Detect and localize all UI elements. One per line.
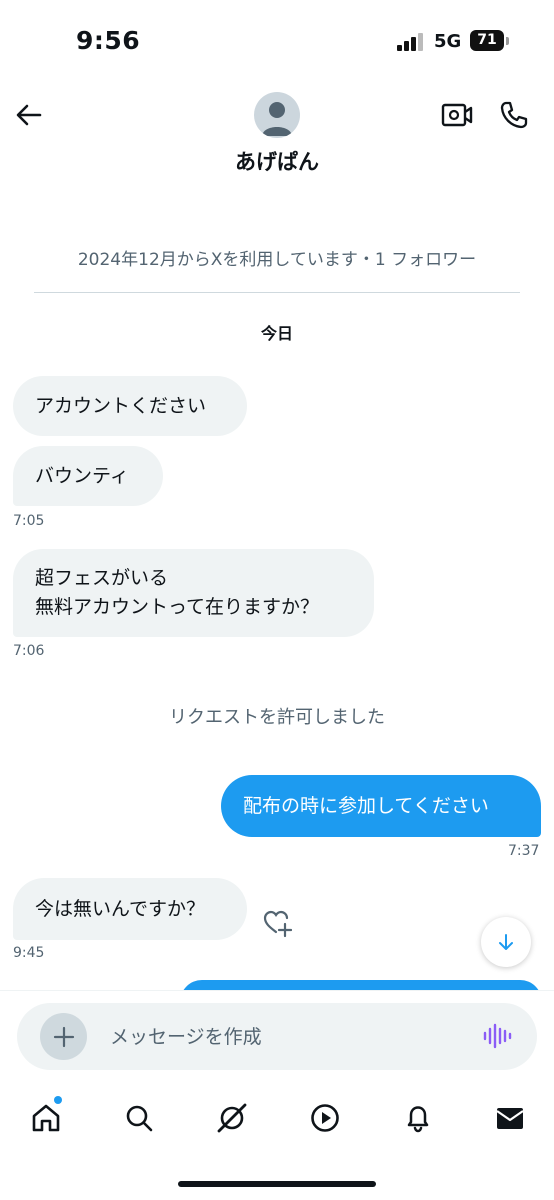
system-message: リクエストを許可しました xyxy=(169,707,385,728)
avatar[interactable] xyxy=(254,92,300,138)
back-button[interactable] xyxy=(12,98,46,132)
video-call-button[interactable] xyxy=(440,98,474,132)
home-indicator xyxy=(178,1181,376,1187)
nav-search[interactable] xyxy=(121,1100,157,1136)
voice-waveform-icon xyxy=(483,1023,512,1049)
video-icon xyxy=(311,1104,339,1132)
battery-icon: 71 xyxy=(470,30,504,51)
add-reaction-button[interactable] xyxy=(262,908,293,938)
signal-icon xyxy=(397,33,423,51)
plus-icon xyxy=(53,1026,74,1047)
nav-messages[interactable] xyxy=(492,1100,528,1136)
profile-meta: 2024年12月からXを利用しています・1 フォロワー xyxy=(77,250,477,270)
status-bar: 9:56 5G 71 xyxy=(0,0,554,84)
back-arrow-icon xyxy=(16,104,42,126)
nav-home[interactable] xyxy=(28,1100,64,1136)
nav-notifications[interactable] xyxy=(400,1100,436,1136)
message-bubble-received[interactable]: アカウントください xyxy=(13,376,247,436)
message-text: アカウントください xyxy=(35,394,207,417)
add-media-button[interactable] xyxy=(40,1013,87,1060)
arrow-down-icon xyxy=(499,934,513,950)
scroll-to-bottom-button[interactable] xyxy=(481,917,531,967)
profile-name[interactable]: あげぱん xyxy=(0,146,554,176)
message-text: 配布の時に参加してください xyxy=(243,794,489,817)
message-text-line: 超フェスがいる xyxy=(35,567,169,589)
home-icon xyxy=(32,1104,60,1132)
video-camera-icon xyxy=(441,103,473,127)
message-timestamp: 7:37 xyxy=(508,843,540,859)
message-text: 今は無いんですか？ xyxy=(35,897,206,920)
message-text: バウンティ xyxy=(35,464,129,487)
message-timestamp: 7:05 xyxy=(13,513,45,529)
message-text-line: 無料アカウントって在りますか？ xyxy=(35,596,320,618)
message-bubble-received[interactable]: 今は無いんですか？ xyxy=(13,878,247,940)
message-bubble-received[interactable]: 超フェスがいる 無料アカウントって在りますか？ xyxy=(13,549,374,637)
phone-icon xyxy=(500,101,528,129)
notifications-icon xyxy=(407,1106,429,1133)
divider xyxy=(34,292,520,293)
notification-dot xyxy=(54,1096,62,1104)
message-timestamp: 7:06 xyxy=(13,643,45,659)
default-avatar-icon xyxy=(262,102,292,136)
grok-icon xyxy=(217,1103,247,1133)
nav-video[interactable] xyxy=(307,1100,343,1136)
voice-call-button[interactable] xyxy=(497,98,531,132)
messages-icon xyxy=(496,1108,524,1129)
message-composer[interactable] xyxy=(17,1003,537,1070)
message-timestamp: 9:45 xyxy=(13,945,45,961)
voice-message-button[interactable] xyxy=(481,1020,513,1052)
status-time: 9:56 xyxy=(76,26,141,55)
network-type: 5G xyxy=(434,31,462,52)
search-icon xyxy=(126,1105,153,1132)
battery-cap xyxy=(506,37,509,45)
message-input[interactable]: メッセージを作成 xyxy=(110,1022,262,1049)
heart-plus-icon xyxy=(263,910,293,938)
message-bubble-received[interactable]: バウンティ xyxy=(13,446,163,506)
message-bubble-sent[interactable]: 配布の時に参加してください xyxy=(221,775,541,837)
nav-grok[interactable] xyxy=(214,1100,250,1136)
date-separator: 今日 xyxy=(260,324,293,343)
